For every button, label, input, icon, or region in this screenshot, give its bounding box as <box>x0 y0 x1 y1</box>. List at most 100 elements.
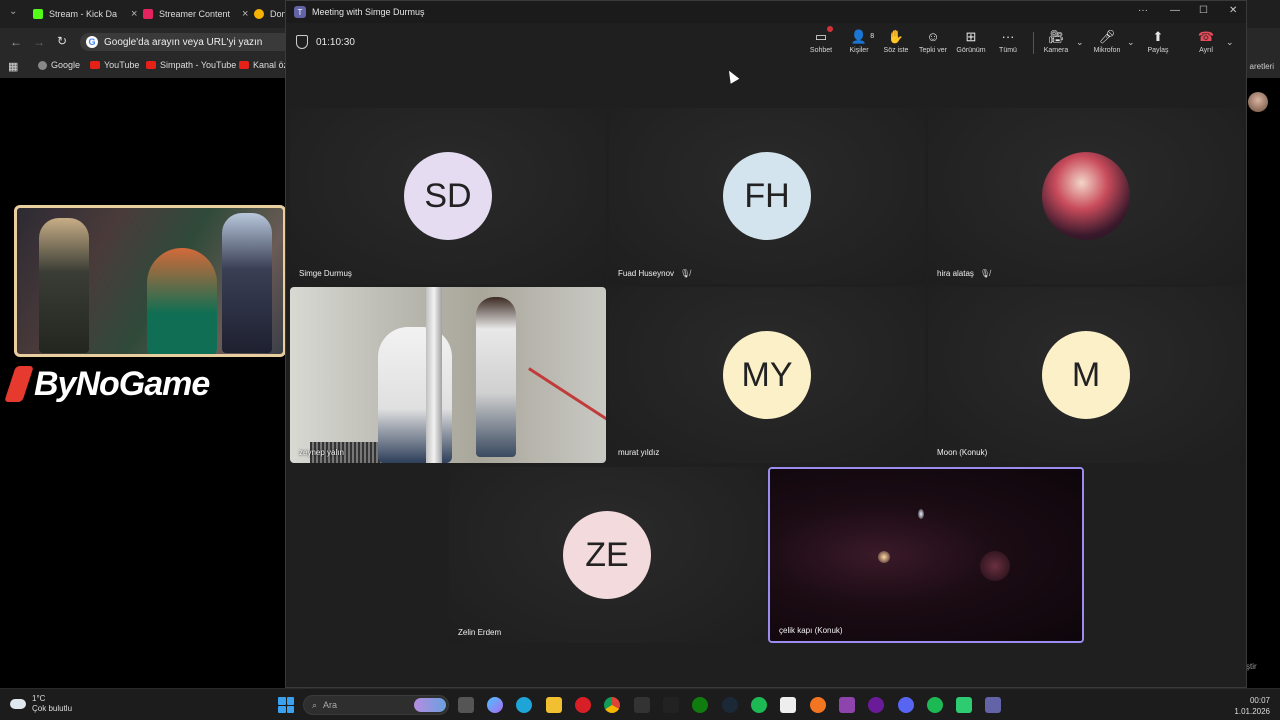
system-clock[interactable]: 00:07 1.01.2026 <box>1234 695 1270 717</box>
start-button[interactable] <box>278 697 294 713</box>
bookmark-label: Google <box>51 60 81 70</box>
participant-tile[interactable]: hira alataş 🎙︎̸ <box>928 108 1244 284</box>
camera-label: Kamera <box>1043 47 1069 54</box>
window-title: Meeting with Simge Durmuş <box>312 7 425 17</box>
figure-left <box>39 218 89 353</box>
avatar: SD <box>404 152 492 240</box>
teams-icon[interactable] <box>985 697 1001 713</box>
obs-icon[interactable] <box>868 697 884 713</box>
maximize-icon[interactable]: ☐ <box>1199 5 1208 16</box>
back-icon[interactable]: ← <box>10 35 22 49</box>
edge-icon[interactable] <box>516 697 532 713</box>
figure-right <box>222 213 272 353</box>
people-button[interactable]: 👤 8 Kişiler <box>839 29 879 54</box>
windows-logo-icon <box>278 705 286 713</box>
capcut-icon[interactable] <box>780 697 796 713</box>
notification-dot <box>827 26 834 32</box>
forward-icon[interactable]: → <box>33 35 45 49</box>
video-feed-detail <box>980 551 1010 581</box>
participant-tile[interactable]: M Moon (Konuk) <box>928 287 1244 463</box>
camera-button[interactable]: 🎥︎ Kamera <box>1036 29 1076 54</box>
amazon-icon[interactable] <box>663 697 679 713</box>
more-button[interactable]: ··· Tümü <box>988 29 1028 54</box>
bookmark-youtube[interactable]: YouTube <box>90 60 139 70</box>
browser-tab-streamer-content[interactable]: Streamer Content × <box>143 4 248 24</box>
chrome-icon[interactable] <box>604 697 620 713</box>
search-highlight-image <box>414 698 446 712</box>
browser-peek-button[interactable]: ştir <box>1246 662 1257 671</box>
participant-tile[interactable]: FH Fuad Huseynov 🎙︎̸ <box>609 108 925 284</box>
video-feed <box>770 469 1082 641</box>
video-feed-detail <box>878 551 890 563</box>
leave-button[interactable]: ☎ Ayrıl <box>1186 29 1226 54</box>
view-label: Görünüm <box>956 47 986 54</box>
participant-name: murat yıldız <box>618 448 660 457</box>
bookmark-google[interactable]: Google <box>38 60 80 70</box>
close-tab-icon[interactable]: × <box>242 8 248 20</box>
react-label: Tepki ver <box>918 47 947 54</box>
reload-icon[interactable]: ↻ <box>57 34 67 48</box>
close-icon[interactable]: ✕ <box>1229 5 1237 16</box>
participant-tile[interactable]: SD Simge Durmuş <box>290 108 606 284</box>
brand-logo: ByNoGame <box>4 362 210 406</box>
participant-tile[interactable]: MY murat yıldız <box>609 287 925 463</box>
mic-muted-icon: 🎙︎̸ <box>979 269 991 278</box>
app-icon[interactable] <box>810 697 826 713</box>
taskbar-search[interactable]: ⌕ Ara <box>303 695 449 715</box>
address-bar[interactable]: G Google'da arayın veya URL'yi yazın <box>80 33 285 51</box>
more-label: Tümü <box>999 47 1017 54</box>
apps-grid-icon[interactable]: ▦ <box>8 60 18 73</box>
search-placeholder: Ara <box>323 700 338 710</box>
discord-icon[interactable] <box>898 697 914 713</box>
file-explorer-icon[interactable] <box>546 697 562 713</box>
copilot-icon[interactable] <box>487 697 503 713</box>
epic-games-icon[interactable] <box>634 697 650 713</box>
bookmark-simpath[interactable]: Simpath - YouTube <box>146 60 236 70</box>
raise-hand-button[interactable]: ✋ Söz iste <box>876 29 916 54</box>
windows-logo-icon <box>286 697 294 705</box>
opera-icon[interactable] <box>575 697 591 713</box>
app-icon[interactable] <box>956 697 972 713</box>
view-button[interactable]: ⊞ Görünüm <box>951 29 991 54</box>
streamer-webcam <box>14 205 286 357</box>
profile-avatar[interactable] <box>1248 92 1268 112</box>
steam-icon[interactable] <box>722 697 738 713</box>
participant-tile-video[interactable]: zeynep yalın <box>290 287 606 463</box>
hand-icon: ✋ <box>887 29 905 44</box>
react-button[interactable]: ☺ Tepki ver <box>913 29 953 54</box>
kick-icon <box>33 9 43 19</box>
camera-options-chevron-icon[interactable]: ⌄ <box>1076 37 1084 48</box>
microphone-label: Mikrofon <box>1093 47 1121 54</box>
share-button[interactable]: ⬆ Paylaş <box>1138 29 1178 54</box>
participant-name-tag: Zelin Erdem <box>458 628 501 637</box>
spotify-icon[interactable] <box>751 697 767 713</box>
xbox-icon[interactable] <box>692 697 708 713</box>
close-tab-icon[interactable]: × <box>131 8 137 20</box>
app-icon[interactable] <box>839 697 855 713</box>
spotify-icon[interactable] <box>927 697 943 713</box>
cloud-icon <box>10 699 26 709</box>
task-view-icon[interactable] <box>458 697 474 713</box>
browser-peek-text: aretleri <box>1249 62 1274 71</box>
hang-up-icon: ☎ <box>1197 29 1215 44</box>
avatar: M <box>1042 331 1130 419</box>
streamer-content-icon <box>143 9 153 19</box>
share-label: Paylaş <box>1147 47 1169 54</box>
windows-logo-icon <box>278 697 286 705</box>
more-options-icon[interactable]: ··· <box>1138 5 1148 16</box>
participant-tile[interactable]: ZE Zelin Erdem <box>449 467 765 643</box>
participant-name-tag: Fuad Huseynov 🎙︎̸ <box>618 269 690 278</box>
mic-options-chevron-icon[interactable]: ⌄ <box>1127 37 1135 48</box>
microphone-button[interactable]: 🎤︎ Mikrofon <box>1087 29 1127 54</box>
minimize-icon[interactable]: — <box>1170 5 1180 16</box>
browser-tab-label: Stream - Kick Da <box>49 9 118 19</box>
address-bar-placeholder: Google'da arayın veya URL'yi yazın <box>104 36 263 48</box>
clock-date: 1.01.2026 <box>1234 707 1270 716</box>
browser-tab-kick[interactable]: Stream - Kick Da × <box>33 4 137 24</box>
weather-widget[interactable]: 1°C Çok bulutlu <box>10 694 72 714</box>
participant-tile-video-active-speaker[interactable]: çelik kapı (Konuk) <box>768 467 1084 643</box>
tab-search-icon[interactable]: ⌄ <box>9 6 17 17</box>
chat-button[interactable]: ▭ Sohbet <box>801 26 841 54</box>
browser-tab-third[interactable]: Don <box>254 4 287 24</box>
leave-options-chevron-icon[interactable]: ⌄ <box>1226 37 1234 48</box>
